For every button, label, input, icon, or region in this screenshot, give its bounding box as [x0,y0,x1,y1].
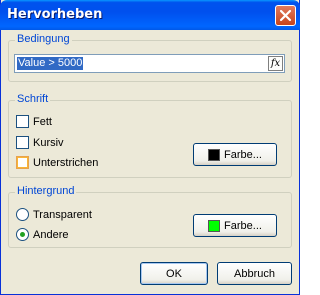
background-color-button[interactable]: Farbe... [193,214,277,237]
andere-label: Andere [33,228,69,241]
andere-radio-row[interactable]: Andere [16,228,68,241]
close-button[interactable] [275,5,296,26]
font-color-button[interactable]: Farbe... [193,143,277,166]
unterstrichen-label: Unterstrichen [33,156,99,169]
transparent-radio-row[interactable]: Transparent [16,208,92,221]
title-bar: Hervorheben [0,0,300,30]
unterstrichen-checkbox[interactable] [16,156,29,169]
kursiv-label: Kursiv [33,136,64,149]
kursiv-checkbox-row[interactable]: Kursiv [16,136,64,149]
background-color-label: Farbe... [224,219,262,232]
transparent-label: Transparent [33,208,92,221]
fett-label: Fett [33,115,52,128]
ok-button[interactable]: OK [140,262,208,285]
function-icon: fx [270,58,281,69]
cancel-label: Abbruch [234,267,275,280]
background-color-swatch [208,219,221,232]
fett-checkbox[interactable] [16,115,29,128]
hintergrund-legend: Hintergrund [15,185,77,197]
font-color-label: Farbe... [224,148,262,161]
schrift-legend: Schrift [15,93,51,105]
cancel-button[interactable]: Abbruch [217,262,292,285]
kursiv-checkbox[interactable] [16,136,29,149]
bedingung-legend: Bedingung [15,33,72,45]
andere-radio[interactable] [16,228,29,241]
condition-input[interactable]: Value > 5000 fx [14,54,285,73]
ok-label: OK [166,267,182,280]
unterstrichen-checkbox-row[interactable]: Unterstrichen [16,156,98,169]
condition-value: Value > 5000 [17,57,84,70]
fett-checkbox-row[interactable]: Fett [16,115,52,128]
window-title: Hervorheben [7,7,103,22]
dialog-window: Hervorheben Bedingung Value > 5000 fx Sc… [0,0,300,295]
fx-button[interactable]: fx [268,56,283,71]
font-color-swatch [208,148,221,161]
close-icon [279,9,292,22]
transparent-radio[interactable] [16,208,29,221]
